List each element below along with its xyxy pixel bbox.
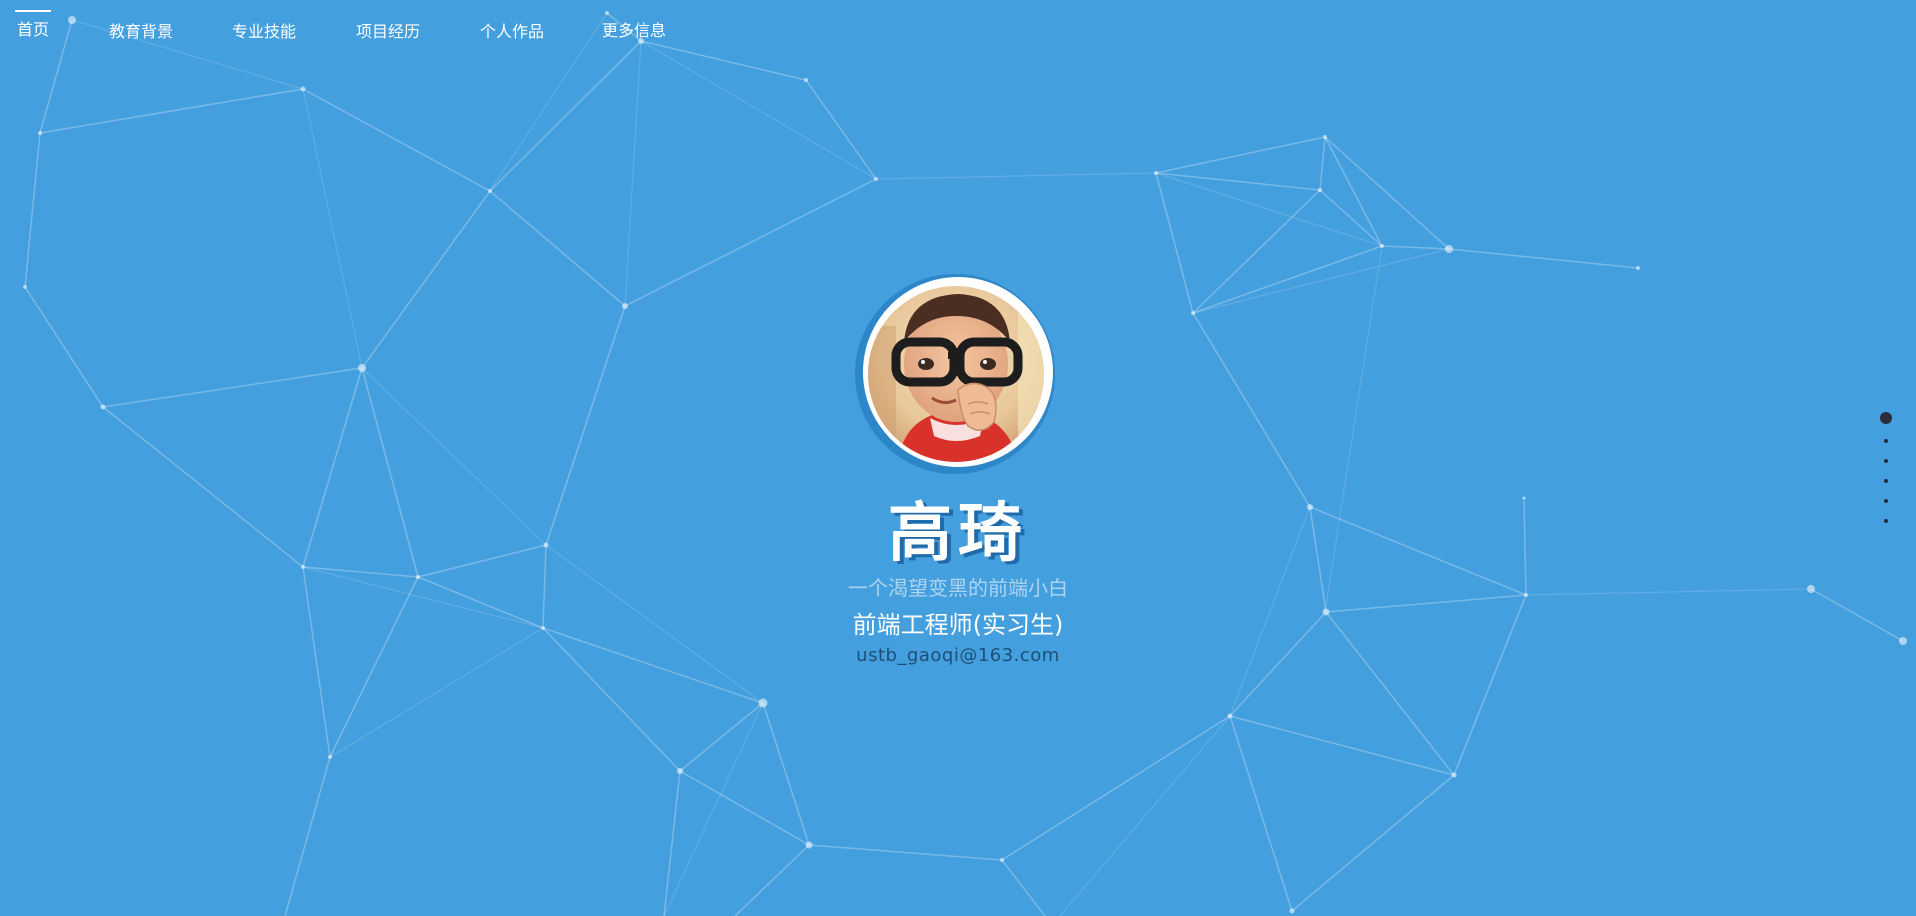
profile-motto: 一个渴望变黑的前端小白	[848, 576, 1068, 600]
hero-section: 高琦 一个渴望变黑的前端小白 前端工程师(实习生) ustb_gaoqi@163…	[0, 0, 1916, 916]
profile-role: 前端工程师(实习生)	[852, 611, 1064, 639]
pagination-dot-4[interactable]	[1884, 479, 1888, 483]
pagination-dot-6[interactable]	[1884, 519, 1888, 523]
pagination-dot-1[interactable]	[1880, 412, 1892, 424]
pagination-dot-5[interactable]	[1884, 499, 1888, 503]
avatar	[868, 286, 1044, 462]
profile-email: ustb_gaoqi@163.com	[856, 645, 1060, 666]
avatar-photo-icon	[868, 286, 1044, 462]
page: 首页 教育背景 专业技能 项目经历 个人作品 更多信息 高琦 一个渴望变黑的前端…	[0, 0, 1916, 916]
avatar-frame	[855, 274, 1055, 474]
pagination-dot-2[interactable]	[1884, 439, 1888, 443]
pagination-dot-3[interactable]	[1884, 459, 1888, 463]
profile-name: 高琦	[888, 497, 1028, 571]
